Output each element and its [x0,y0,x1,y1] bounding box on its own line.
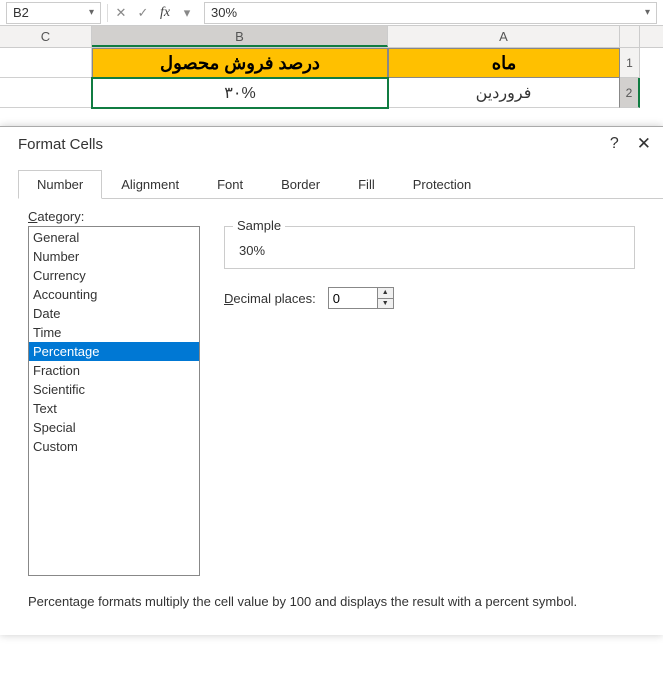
formula-bar: B2 ▾ ✕ ✓ fx ▾ 30% ▾ [0,0,663,26]
format-options-pane: Sample 30% Decimal places: ▲ ▼ [224,226,635,576]
chevron-down-icon[interactable]: ▾ [89,7,94,18]
sample-label: Sample [233,218,285,233]
cell-b1[interactable]: درصد فروش محصول [92,48,388,78]
select-all-corner[interactable] [620,26,640,47]
category-general[interactable]: General [29,228,199,247]
tab-protection[interactable]: Protection [394,170,491,199]
category-currency[interactable]: Currency [29,266,199,285]
tab-border[interactable]: Border [262,170,339,199]
cell-reference: B2 [13,5,29,20]
formula-input[interactable]: 30% ▾ [204,2,657,24]
spinner-down-icon[interactable]: ▼ [378,299,393,309]
format-cells-dialog: Format Cells ? ✕ Number Alignment Font B… [0,126,663,635]
tab-font[interactable]: Font [198,170,262,199]
category-special[interactable]: Special [29,418,199,437]
tab-alignment[interactable]: Alignment [102,170,198,199]
category-list[interactable]: General Number Currency Accounting Date … [28,226,200,576]
chevron-down-icon[interactable]: ▾ [645,7,650,18]
category-date[interactable]: Date [29,304,199,323]
category-scientific[interactable]: Scientific [29,380,199,399]
fx-icon[interactable]: fx [154,2,176,24]
chevron-down-icon[interactable]: ▾ [176,2,198,24]
spinner-buttons: ▲ ▼ [377,288,393,308]
cell-b2[interactable]: ۳۰% [92,78,388,108]
cell-c2[interactable] [0,78,92,108]
category-label: Category: [28,209,635,224]
dialog-titlebar: Format Cells ? ✕ [0,127,663,161]
spinner-up-icon[interactable]: ▲ [378,288,393,299]
close-icon[interactable]: ✕ [637,134,651,154]
sample-value: 30% [235,243,624,258]
category-percentage[interactable]: Percentage [29,342,199,361]
separator [107,4,108,22]
format-description: Percentage formats multiply the cell val… [28,594,635,611]
category-accounting[interactable]: Accounting [29,285,199,304]
dialog-title: Format Cells [18,136,103,153]
decimal-places-input[interactable] [329,288,377,308]
col-header-c[interactable]: C [0,26,92,47]
decimal-places-spinner[interactable]: ▲ ▼ [328,287,394,309]
decimal-places-row: Decimal places: ▲ ▼ [224,287,635,309]
category-text[interactable]: Text [29,399,199,418]
enter-icon[interactable]: ✓ [132,2,154,24]
tab-fill[interactable]: Fill [339,170,394,199]
spreadsheet-grid: C B A درصد فروش محصول ماه 1 ۳۰% فروردین … [0,26,663,108]
category-time[interactable]: Time [29,323,199,342]
sample-box: Sample 30% [224,226,635,269]
category-fraction[interactable]: Fraction [29,361,199,380]
col-header-a[interactable]: A [388,26,620,47]
help-icon[interactable]: ? [610,135,619,153]
grid-row-1: درصد فروش محصول ماه 1 [0,48,663,78]
name-box[interactable]: B2 ▾ [6,2,101,24]
category-number[interactable]: Number [29,247,199,266]
cell-c1[interactable] [0,48,92,78]
cell-a1[interactable]: ماه [388,48,620,78]
dialog-tabs: Number Alignment Font Border Fill Protec… [18,169,663,199]
grid-row-2: ۳۰% فروردین 2 [0,78,663,108]
category-custom[interactable]: Custom [29,437,199,456]
tab-number[interactable]: Number [18,170,102,199]
column-headers: C B A [0,26,663,48]
row-header-2[interactable]: 2 [620,78,640,108]
cell-a2[interactable]: فروردین [388,78,620,108]
dialog-body: Category: General Number Currency Accoun… [0,199,663,635]
row-header-1[interactable]: 1 [620,48,640,78]
col-header-b[interactable]: B [92,26,388,47]
cancel-icon[interactable]: ✕ [110,2,132,24]
formula-value: 30% [211,5,237,20]
decimal-places-label: Decimal places: [224,291,316,306]
